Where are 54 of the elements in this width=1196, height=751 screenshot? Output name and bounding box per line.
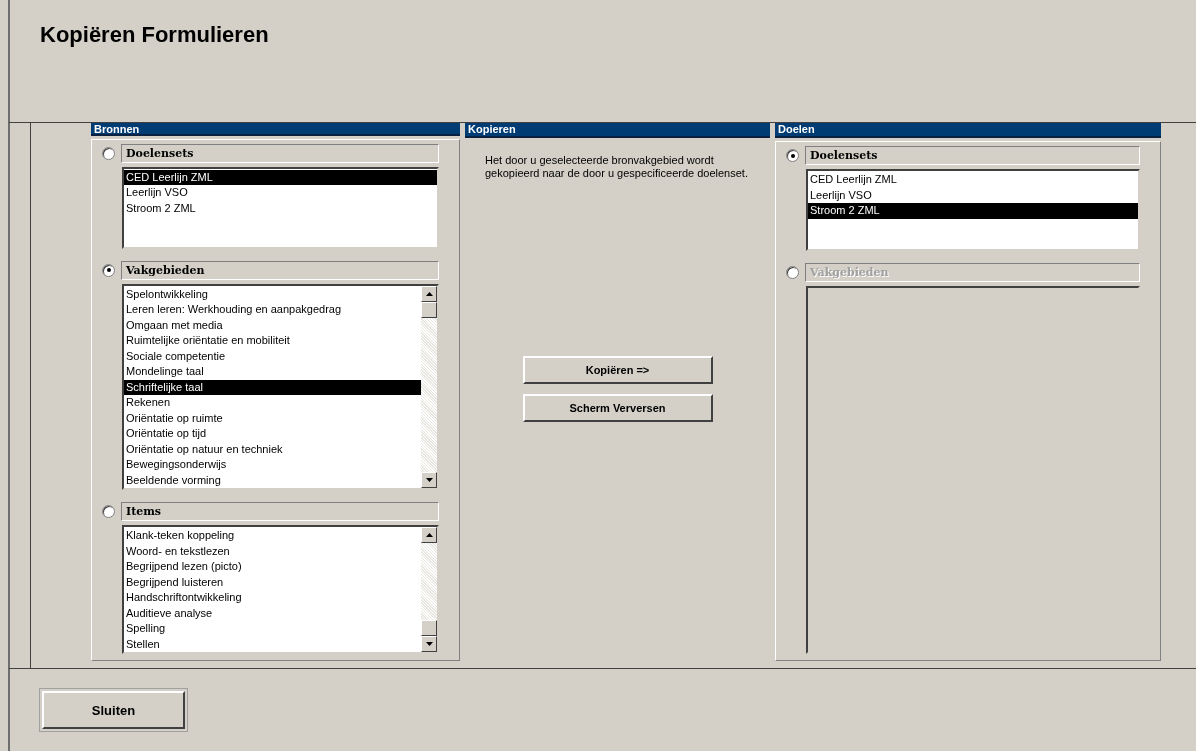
list-item[interactable]: CED Leerlijn ZML xyxy=(808,172,1138,188)
list-item[interactable]: Klank-teken koppeling xyxy=(124,528,421,544)
section-header: Bronnen xyxy=(91,123,460,136)
list-box[interactable]: CED Leerlijn ZML Leerlijn VSO Stroom 2 ZML xyxy=(122,166,439,249)
close-button[interactable]: Sluiten xyxy=(42,691,185,729)
scroll-up-button[interactable] xyxy=(421,527,437,543)
list-box[interactable] xyxy=(122,283,439,490)
list-item[interactable]: Rekenen xyxy=(124,395,421,411)
list-item[interactable]: Sociale competentie xyxy=(124,348,421,364)
scroll-down-button[interactable] xyxy=(421,472,437,488)
list-item[interactable]: Spelling xyxy=(124,621,421,637)
list-item[interactable]: Begrijpend lezen (picto) xyxy=(124,559,421,575)
list-item[interactable]: Mondelinge taal xyxy=(124,364,421,380)
list-box[interactable]: CED Leerlijn ZML Leerlijn VSO Stroom 2 ZML xyxy=(806,169,1140,251)
list-item[interactable]: Stellen xyxy=(124,636,421,652)
list-item[interactable]: Oriëntatie op ruimte xyxy=(124,410,421,426)
list-item[interactable]: Oriëntatie op tijd xyxy=(124,426,421,442)
list-item[interactable]: Ruimtelijke oriëntatie en mobiliteit xyxy=(124,333,421,349)
description-text: Het door u geselecteerde bronvakgebied wordt gekopieerd naar de door u gespecificeerde doelenset. xyxy=(485,154,749,180)
scroll-down-button[interactable] xyxy=(421,636,437,652)
action-button[interactable]: Kopiëren => xyxy=(522,356,713,384)
form-title: Kopiëren Formulieren xyxy=(40,22,270,48)
list-item[interactable]: Auditieve analyse xyxy=(124,605,421,621)
section-header: Kopieren xyxy=(465,123,770,138)
arrow-down-icon xyxy=(425,478,433,482)
list-item[interactable]: Stroom 2 ZML xyxy=(808,203,1138,219)
scroll-thumb[interactable] xyxy=(421,620,437,636)
list-item[interactable]: Leren leren: Werkhouding en aanpakgedrag xyxy=(124,302,421,318)
list-box[interactable]: Klank-teken koppeling Woord- en tekstlezen Begrijpend lezen (picto) Begrijpend luisteren Handschriftontwikkeling Auditieve analyse Spelling Stellen xyxy=(122,525,439,654)
list-item[interactable]: Handschriftontwikkeling xyxy=(124,590,421,606)
list-item[interactable]: Begrijpend luisteren xyxy=(124,574,421,590)
group-label: Doelensets xyxy=(805,146,1140,165)
arrow-down-icon xyxy=(425,642,433,646)
radio-button[interactable] xyxy=(786,149,799,162)
list-item[interactable]: CED Leerlijn ZML xyxy=(124,169,437,185)
list-item[interactable]: Leerlijn VSO xyxy=(124,185,437,201)
radio-button[interactable] xyxy=(102,505,115,518)
list-item[interactable]: Beeldende vorming xyxy=(124,472,421,488)
list-item[interactable]: Stroom 2 ZML xyxy=(124,200,437,216)
list-item[interactable]: Oriëntatie op natuur en techniek xyxy=(124,441,421,457)
list-item[interactable]: Bewegingsonderwijs xyxy=(124,457,421,473)
list-item[interactable]: Omgaan met media xyxy=(124,317,421,333)
list-item[interactable]: Spelontwikkeling xyxy=(124,286,421,302)
list-item[interactable]: Schriftelijke taal xyxy=(124,379,421,395)
list-item[interactable]: Leerlijn VSO xyxy=(808,187,1138,203)
arrow-up-icon xyxy=(425,533,433,537)
group-label: Doelensets xyxy=(121,143,439,163)
group-label: Items xyxy=(121,502,439,521)
action-button[interactable]: Scherm Verversen xyxy=(522,394,713,422)
arrow-up-icon xyxy=(425,291,433,296)
group-label: Vakgebieden xyxy=(121,260,439,280)
section-header: Doelen xyxy=(775,123,1161,138)
list-item[interactable]: Woord- en tekstlezen xyxy=(124,543,421,559)
scroll-up-button[interactable] xyxy=(421,285,437,302)
